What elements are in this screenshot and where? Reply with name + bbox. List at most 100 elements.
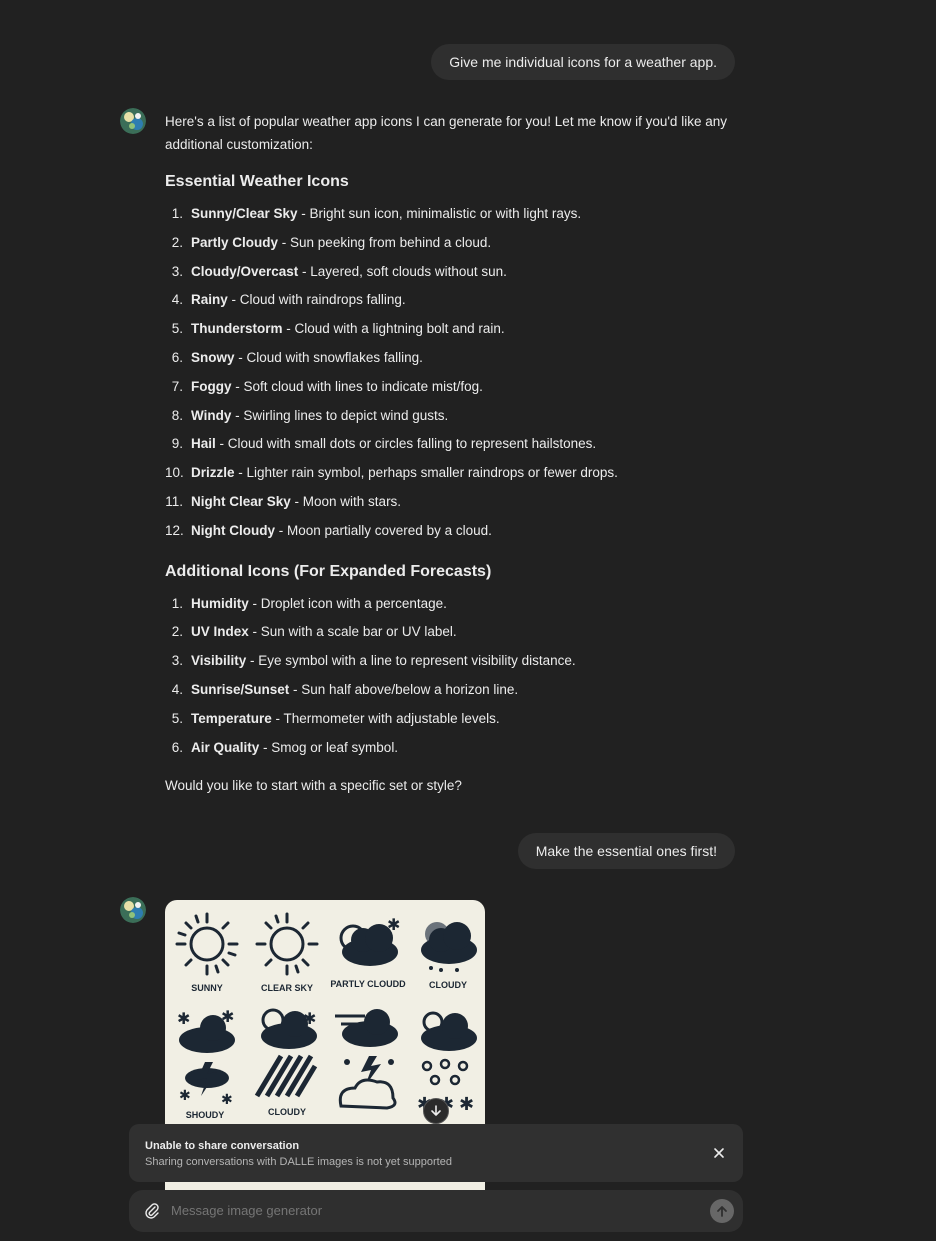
list-item: 8. Windy - Swirling lines to depict wind … <box>165 402 745 431</box>
essential-icons-list: 1. Sunny/Clear Sky - Bright sun icon, min… <box>165 200 745 546</box>
svg-text:✱: ✱ <box>177 1011 190 1028</box>
list-number: 4. <box>171 292 183 308</box>
image-label: SHOUDY <box>186 1110 225 1120</box>
icon-name: Thunderstorm <box>191 321 283 337</box>
rain-stripes-icon: ✱ <box>254 1008 318 1098</box>
svg-text:✱: ✱ <box>387 917 400 934</box>
snowy-icon: ✱ ✱ ✱ ✱ <box>177 1009 235 1107</box>
paperclip-icon[interactable] <box>143 1202 161 1220</box>
icon-name: Snowy <box>191 349 235 365</box>
assistant-avatar <box>120 897 146 923</box>
section-heading-essential: Essential Weather Icons <box>165 173 349 190</box>
assistant-closing: Would you like to start with a specific … <box>165 778 462 794</box>
list-number: 11. <box>165 493 183 509</box>
list-number: 1. <box>171 595 183 611</box>
icon-name: Rainy <box>191 292 228 308</box>
arrow-down-icon <box>431 1105 441 1116</box>
list-number: 1. <box>171 206 183 221</box>
list-number: 3. <box>171 263 183 279</box>
list-item: 7. Foggy - Soft cloud with lines to indic… <box>165 373 745 402</box>
sun-icon <box>175 912 239 976</box>
icon-name: Drizzle <box>191 465 235 481</box>
cloudy-icon <box>421 922 477 972</box>
list-item: 6. Snowy - Cloud with snowflakes falling. <box>165 344 745 373</box>
list-item: 6. Air Quality - Smog or leaf symbol. <box>165 734 745 763</box>
assistant-intro: Here's a list of popular weather app ico… <box>165 114 727 152</box>
icon-description: - Lighter rain symbol, perhaps smaller r… <box>234 465 618 481</box>
list-number: 10. <box>165 465 184 481</box>
list-number: 5. <box>171 710 183 726</box>
icon-description: - Sun with a scale bar or UV label. <box>248 624 457 640</box>
icon-name: Temperature <box>191 710 272 726</box>
icon-description: - Cloud with small dots or circles falli… <box>215 436 597 452</box>
icon-description: - Moon with stars. <box>290 493 402 509</box>
list-number: 7. <box>171 378 183 394</box>
icon-name: Night Cloudy <box>191 522 275 538</box>
list-item: 1. Sunny/Clear Sky - Bright sun icon, min… <box>165 200 745 229</box>
icon-name: Hail <box>191 436 216 452</box>
icon-name: Air Quality <box>191 739 260 755</box>
icon-description: - Thermometer with adjustable levels. <box>271 710 500 726</box>
icon-description: - Eye symbol with a line to represent vi… <box>246 653 576 669</box>
list-number: 2. <box>171 234 183 250</box>
icon-description: - Cloud with raindrops falling. <box>227 292 406 308</box>
icon-name: Foggy <box>191 378 232 394</box>
icon-description: - Swirling lines to depict wind gusts. <box>231 407 449 423</box>
message-input[interactable] <box>171 1190 691 1232</box>
user-message: Give me individual icons for a weather a… <box>431 44 735 80</box>
list-number: 3. <box>171 653 183 669</box>
icon-name: Visibility <box>191 653 247 669</box>
list-item: 4. Rainy - Cloud with raindrops falling. <box>165 286 745 315</box>
icon-description: - Bright sun icon, minimalistic or with … <box>297 206 582 221</box>
icon-description: - Cloud with snowflakes falling. <box>234 349 423 365</box>
thunderstorm-icon <box>335 1009 398 1110</box>
icon-name: Humidity <box>191 595 249 611</box>
close-icon[interactable] <box>711 1145 727 1161</box>
night-snow-icon: ✱ ✱ ✱ <box>417 1011 477 1114</box>
image-label: SUNNY <box>191 983 223 993</box>
list-number: 9. <box>171 436 183 452</box>
share-error-toast: Unable to share conversation Sharing con… <box>129 1124 743 1182</box>
assistant-message: Here's a list of popular weather app ico… <box>165 110 745 797</box>
icon-name: Night Clear Sky <box>191 493 291 509</box>
scroll-down-button[interactable] <box>423 1098 449 1124</box>
partly-cloudy-icon: ✱ <box>339 917 400 966</box>
image-label: PARTLY CLOUDD <box>330 979 406 989</box>
image-label: CLEAR SKY <box>261 983 313 993</box>
icon-description: - Sun half above/below a horizon line. <box>289 681 519 697</box>
list-number: 4. <box>171 681 183 697</box>
svg-text:✱: ✱ <box>459 1094 474 1114</box>
svg-text:✱: ✱ <box>221 1091 233 1107</box>
icon-description: - Droplet icon with a percentage. <box>248 595 447 611</box>
list-item: 3. Visibility - Eye symbol with a line to… <box>165 647 745 676</box>
list-item: 10. Drizzle - Lighter rain symbol, perhap… <box>165 459 745 488</box>
icon-description: - Smog or leaf symbol. <box>259 739 399 755</box>
message-composer <box>129 1190 743 1232</box>
user-message: Make the essential ones first! <box>517 833 735 869</box>
image-label: CLOUDY <box>268 1107 306 1117</box>
icon-name: Windy <box>191 407 232 423</box>
icon-name: Partly Cloudy <box>191 234 279 250</box>
icon-name: Sunrise/Sunset <box>191 681 290 697</box>
sun-icon <box>255 912 319 976</box>
list-item: 3. Cloudy/Overcast - Layered, soft clouds… <box>165 258 745 287</box>
list-item: 4. Sunrise/Sunset - Sun half above/below … <box>165 676 745 705</box>
list-number: 2. <box>171 624 183 640</box>
list-item: 9. Hail - Cloud with small dots or circle… <box>165 430 745 459</box>
assistant-avatar <box>120 108 146 134</box>
icon-description: - Cloud with a lightning bolt and rain. <box>282 321 505 337</box>
list-number: 6. <box>171 739 183 755</box>
list-item: 2. UV Index - Sun with a scale bar or UV … <box>165 618 745 647</box>
toast-message: Sharing conversations with DALLE images … <box>145 1156 452 1168</box>
list-number: 8. <box>171 407 183 423</box>
svg-text:✱: ✱ <box>179 1087 191 1103</box>
list-item: 5. Thunderstorm - Cloud with a lightning … <box>165 315 745 344</box>
section-heading-additional: Additional Icons (For Expanded Forecasts… <box>165 562 492 580</box>
list-number: 6. <box>171 349 183 365</box>
list-item: 5. Temperature - Thermometer with adjusta… <box>165 705 745 734</box>
icon-description: - Sun peeking from behind a cloud. <box>278 234 492 250</box>
image-label: CLOUDY <box>429 980 467 990</box>
list-item: 1. Humidity - Droplet icon with a percent… <box>165 590 745 619</box>
arrow-up-icon <box>717 1206 727 1217</box>
send-button[interactable] <box>710 1199 734 1223</box>
